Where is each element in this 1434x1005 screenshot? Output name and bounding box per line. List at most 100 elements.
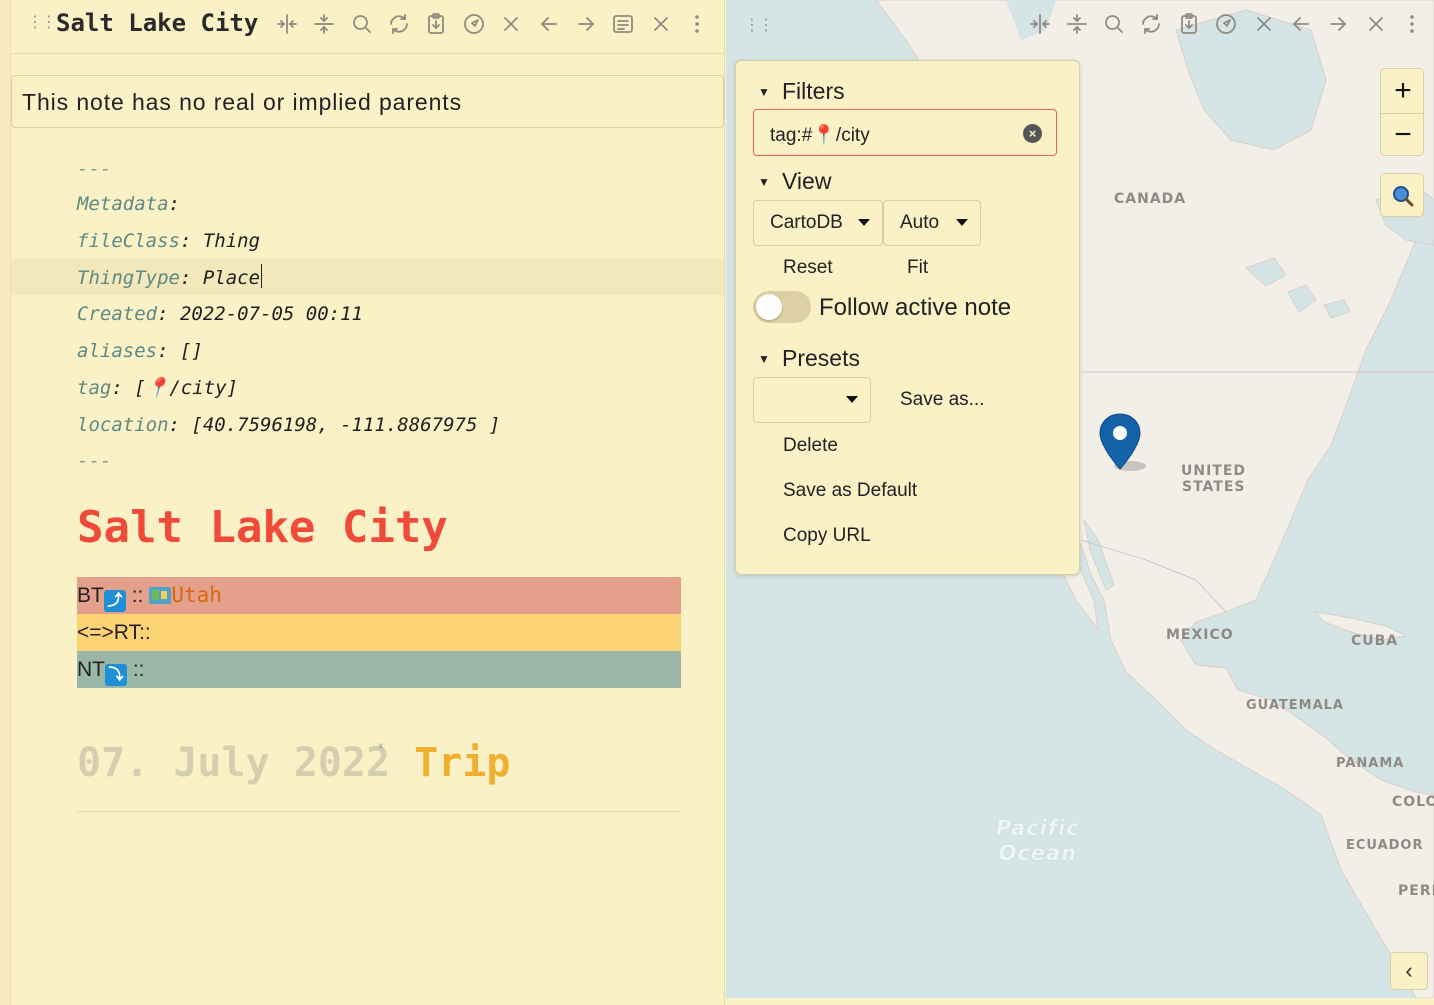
frontmatter-value: 2022-07-05 00:11 bbox=[179, 303, 363, 325]
collapse-triangle-icon: ▼ bbox=[758, 175, 770, 189]
filters-section-header[interactable]: ▼ Filters bbox=[758, 78, 845, 105]
collapse-triangle-icon: ▼ bbox=[758, 352, 770, 366]
map-controls-panel: ▼ Filters tag:#📍/city × ▼ View CartoDB Aut… bbox=[735, 60, 1080, 575]
fit-button[interactable]: Fit bbox=[907, 257, 928, 279]
frontmatter-line-metadata[interactable]: Metadata: bbox=[77, 189, 180, 219]
zoom-mode-value: Auto bbox=[900, 212, 940, 233]
split-horizontal-icon[interactable] bbox=[1065, 12, 1089, 36]
map-label-panama: PANAMA bbox=[1336, 756, 1405, 771]
frontmatter-key: ThingType bbox=[77, 267, 180, 289]
follow-active-note-toggle[interactable] bbox=[753, 291, 811, 323]
map-label-mexico: MEXICO bbox=[1166, 627, 1234, 643]
presets-title: Presets bbox=[782, 345, 860, 371]
reading-view-icon[interactable] bbox=[611, 12, 635, 36]
frontmatter-key: tag bbox=[77, 377, 112, 399]
collapse-panel-button[interactable]: ‹ bbox=[1390, 952, 1428, 990]
heading-divider bbox=[77, 811, 681, 812]
filters-title: Filters bbox=[782, 78, 845, 104]
pacific-line1: Pacific bbox=[996, 816, 1080, 840]
nt-separator: :: bbox=[132, 658, 145, 681]
back-arrow-icon[interactable] bbox=[537, 12, 561, 36]
unresolved-link-mark: ˣ bbox=[376, 739, 386, 758]
frontmatter-sep: : bbox=[111, 377, 135, 399]
delete-button[interactable]: Delete bbox=[783, 435, 838, 457]
frontmatter-fence-close[interactable]: --- bbox=[77, 446, 111, 476]
frontmatter-value: Place bbox=[202, 267, 261, 289]
frontmatter-sep: : bbox=[168, 193, 180, 215]
frontmatter-key: location bbox=[77, 414, 169, 436]
frontmatter-value: Thing bbox=[202, 230, 261, 252]
zoom-in-button[interactable]: + bbox=[1381, 69, 1425, 113]
frontmatter-fence-open[interactable]: --- bbox=[77, 154, 111, 184]
tile-provider-value: CartoDB bbox=[770, 212, 843, 233]
refresh-icon[interactable] bbox=[1139, 12, 1163, 36]
clear-filter-icon[interactable]: × bbox=[1023, 124, 1042, 143]
copy-url-button[interactable]: Copy URL bbox=[783, 525, 871, 547]
frontmatter-line-tag[interactable]: tag: [📍/city] bbox=[77, 373, 238, 403]
preset-select[interactable] bbox=[753, 377, 871, 423]
search-icon[interactable] bbox=[1102, 12, 1126, 36]
drag-handle-icon[interactable]: ⋮⋮ bbox=[744, 17, 774, 33]
frontmatter-line-fileclass[interactable]: fileClass: Thing bbox=[77, 226, 260, 256]
text-cursor bbox=[261, 264, 263, 288]
more-options-icon[interactable] bbox=[685, 12, 709, 36]
zoom-mode-select[interactable]: Auto bbox=[883, 200, 981, 246]
parents-notice: This note has no real or implied parents bbox=[22, 89, 462, 115]
split-horizontal-icon[interactable] bbox=[312, 12, 336, 36]
toggle-knob bbox=[756, 294, 782, 320]
close-icon[interactable] bbox=[1252, 12, 1276, 36]
split-vertical-icon[interactable] bbox=[1028, 12, 1052, 36]
refresh-icon[interactable] bbox=[387, 12, 411, 36]
map-label-us-line2: STATES bbox=[1182, 479, 1246, 495]
trip-heading[interactable]: 07. July 2022 Trip bbox=[77, 740, 511, 786]
forward-arrow-icon[interactable] bbox=[574, 12, 598, 36]
utah-link[interactable]: Utah bbox=[171, 583, 222, 607]
frontmatter-line-aliases[interactable]: aliases: [] bbox=[77, 336, 203, 366]
frontmatter-line-location[interactable]: location: [40.7596198, -111.8867975 ] bbox=[77, 410, 500, 440]
zoom-out-button[interactable]: − bbox=[1381, 113, 1425, 157]
close-pane-icon[interactable] bbox=[649, 12, 673, 36]
presets-section-header[interactable]: ▼ Presets bbox=[758, 345, 860, 372]
navigate-icon[interactable] bbox=[1214, 12, 1238, 36]
forward-arrow-icon[interactable] bbox=[1326, 12, 1350, 36]
breadcrumb-parents-box: This note has no real or implied parents bbox=[11, 75, 724, 128]
note-title[interactable]: Salt Lake City bbox=[56, 9, 258, 37]
frontmatter-line-thingtype[interactable]: ThingType: Place bbox=[77, 263, 263, 293]
clipboard-icon[interactable] bbox=[1177, 12, 1201, 36]
clipboard-icon[interactable] bbox=[424, 12, 448, 36]
frontmatter-value: [] bbox=[179, 340, 203, 362]
map-label-cuba: CUBA bbox=[1351, 633, 1399, 649]
trip-date: 07. July 2022 bbox=[77, 740, 391, 786]
frontmatter-line-created[interactable]: Created: 2022-07-05 00:11 bbox=[77, 299, 363, 329]
search-icon[interactable] bbox=[350, 12, 374, 36]
frontmatter-key: aliases bbox=[77, 340, 158, 362]
more-options-icon[interactable] bbox=[1400, 12, 1424, 36]
reset-button[interactable]: Reset bbox=[783, 257, 833, 279]
save-as-button[interactable]: Save as... bbox=[900, 389, 985, 411]
drag-handle-icon[interactable]: ⋮⋮ bbox=[27, 14, 57, 30]
follow-active-note-label[interactable]: Follow active note bbox=[819, 294, 1011, 322]
filter-input[interactable]: tag:#📍/city × bbox=[753, 109, 1057, 156]
view-section-header[interactable]: ▼ View bbox=[758, 168, 831, 195]
map-label-canada: CANADA bbox=[1114, 191, 1187, 207]
breadcrumb-rt-row: <=>RT:: bbox=[77, 614, 681, 651]
back-arrow-icon[interactable] bbox=[1289, 12, 1313, 36]
note-heading[interactable]: Salt Lake City bbox=[77, 502, 448, 553]
tile-provider-select[interactable]: CartoDB bbox=[753, 200, 883, 246]
collapse-triangle-icon: ▼ bbox=[758, 85, 770, 99]
arrow-up-icon: ⤴ bbox=[103, 590, 126, 612]
save-as-default-button[interactable]: Save as Default bbox=[783, 480, 917, 502]
map-search-button[interactable] bbox=[1380, 173, 1424, 217]
close-icon[interactable] bbox=[499, 12, 523, 36]
note-editor-pane: ⋮⋮ Salt Lake City This note has no real … bbox=[0, 0, 725, 1005]
frontmatter-sep: : bbox=[179, 230, 203, 252]
trip-link[interactable]: Trip bbox=[414, 740, 510, 786]
split-vertical-icon[interactable] bbox=[275, 12, 299, 36]
close-pane-icon[interactable] bbox=[1364, 12, 1388, 36]
dropdown-arrow-icon bbox=[846, 396, 858, 403]
bt-separator: :: bbox=[131, 584, 144, 607]
filter-input-value: tag:#📍/city bbox=[770, 125, 870, 146]
map-icon bbox=[149, 587, 172, 604]
navigate-icon[interactable] bbox=[462, 12, 486, 36]
map-label-us-line1: UNITED bbox=[1181, 463, 1247, 479]
